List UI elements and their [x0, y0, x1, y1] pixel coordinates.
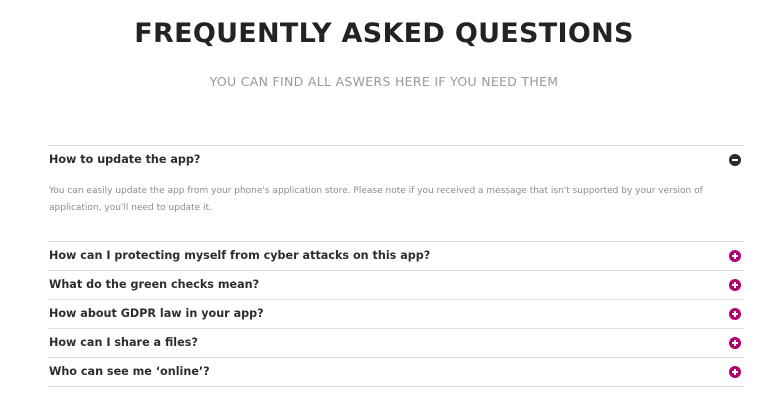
- faq-item: How can I protecting myself from cyber a…: [48, 241, 744, 270]
- faq-question-text: How about GDPR law in your app?: [49, 307, 264, 320]
- faq-accordion: How to update the app? You can easily up…: [48, 145, 744, 387]
- faq-item: How about GDPR law in your app?: [48, 299, 744, 328]
- plus-circle-icon[interactable]: [729, 308, 741, 320]
- faq-question-toggle[interactable]: How can I protecting myself from cyber a…: [48, 242, 744, 270]
- faq-item: What do the green checks mean?: [48, 270, 744, 299]
- faq-item: Who can see me ‘online’?: [48, 357, 744, 387]
- minus-circle-icon[interactable]: [729, 154, 741, 166]
- plus-circle-icon[interactable]: [729, 250, 741, 262]
- page-title: FREQUENTLY ASKED QUESTIONS: [134, 18, 634, 49]
- faq-answer-text: You can easily update the app from your …: [49, 186, 703, 213]
- faq-question-toggle[interactable]: How to update the app?: [48, 146, 744, 176]
- faq-question-toggle[interactable]: What do the green checks mean?: [48, 271, 744, 299]
- faq-item: How to update the app? You can easily up…: [48, 145, 744, 241]
- faq-question-text: How can I protecting myself from cyber a…: [49, 249, 431, 262]
- plus-circle-icon[interactable]: [729, 279, 741, 291]
- faq-question-text: How to update the app?: [49, 153, 201, 166]
- faq-question-toggle[interactable]: How can I share a files?: [48, 329, 744, 357]
- plus-circle-icon[interactable]: [729, 366, 741, 378]
- faq-question-text: How can I share a files?: [49, 336, 198, 349]
- faq-question-toggle[interactable]: Who can see me ‘online’?: [48, 358, 744, 386]
- faq-question-text: What do the green checks mean?: [49, 278, 260, 291]
- faq-item: How can I share a files?: [48, 328, 744, 357]
- faq-question-text: Who can see me ‘online’?: [49, 365, 210, 378]
- page-subtitle: YOU CAN FIND ALL ASWERS HERE IF YOU NEED…: [209, 74, 559, 89]
- faq-question-toggle[interactable]: How about GDPR law in your app?: [48, 300, 744, 328]
- plus-circle-icon[interactable]: [729, 337, 741, 349]
